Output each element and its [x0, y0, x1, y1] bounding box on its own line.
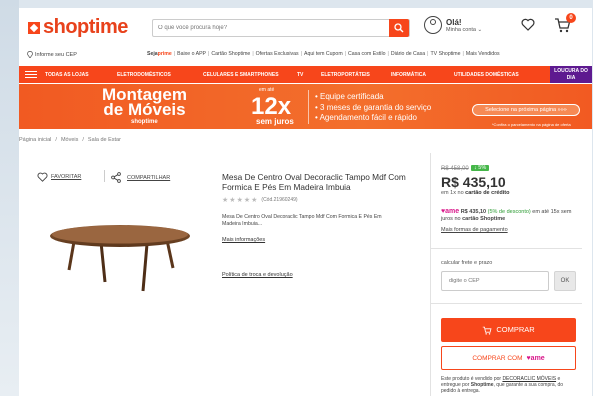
- cep-link[interactable]: Informe seu CEP: [27, 51, 77, 58]
- cep-ok-button[interactable]: OK: [554, 271, 576, 291]
- rating-stars[interactable]: ★ ★ ★ ★ ★ (Cód.21960249): [222, 196, 298, 204]
- more-info-link[interactable]: Mais informações: [222, 237, 265, 243]
- menu-icon[interactable]: [25, 69, 37, 80]
- chevron-down-icon: ⌄: [477, 26, 483, 33]
- nav-item-eletrodomesticos[interactable]: Eletrodomésticos: [117, 72, 203, 78]
- search-button[interactable]: [389, 19, 409, 37]
- account-label: Minha conta: [446, 26, 476, 33]
- nav-item-utilidades[interactable]: Utilidades Domésticas: [454, 72, 519, 78]
- banner-divider: [308, 90, 309, 124]
- heart-icon: [37, 172, 48, 182]
- buy-with-ame-button[interactable]: COMPRAR COM ♥ame: [441, 346, 576, 370]
- main-nav: Todas as lojas Eletrodomésticos Celulare…: [19, 66, 592, 83]
- banner-features: • Equipe certificada • 3 meses de garant…: [315, 92, 432, 122]
- favorites-button[interactable]: [521, 18, 535, 36]
- old-price: R$ 458,00: [441, 166, 469, 172]
- product-description: Mesa De Centro Oval Decoraclic Tampo Mdf…: [222, 214, 382, 227]
- header: shoptime Olá! Minha conta ⌄: [19, 8, 592, 48]
- link-ofertas[interactable]: Ofertas Exclusivas: [256, 51, 299, 57]
- favorite-button[interactable]: FAVORITAR: [37, 172, 81, 182]
- link-seja-prime[interactable]: Sejaprime: [147, 51, 172, 57]
- link-casa-estilo[interactable]: Casa com Estilo: [348, 51, 385, 57]
- ame-offer: ♥ame R$ 435,10 (5% de desconto) em até 1…: [441, 208, 572, 222]
- user-icon: [424, 16, 442, 34]
- location-pin-icon: [27, 51, 33, 58]
- share-icon: [111, 172, 121, 183]
- logo-text: shoptime: [43, 16, 128, 38]
- ame-logo-icon: ♥ame: [526, 354, 545, 362]
- subheader: Informe seu CEP Sejaprime | Baixe o APP …: [19, 48, 592, 64]
- search-input[interactable]: [153, 20, 389, 36]
- logo-icon: [28, 21, 40, 34]
- shipping-label: calcular frete e prazo: [441, 260, 493, 266]
- cep-input[interactable]: [441, 271, 549, 291]
- price-note: em 1x no cartão de crédito: [441, 190, 510, 196]
- ame-logo-icon: ♥ame: [441, 208, 460, 215]
- buy-with-label: COMPRAR COM: [472, 354, 523, 362]
- promo-banner[interactable]: Montagem de Móveis shoptime em até 12x s…: [19, 84, 592, 129]
- banner-cta-button[interactable]: Selecione na próxima página »»»: [472, 104, 580, 116]
- link-diario[interactable]: Diário de Casa: [391, 51, 425, 57]
- star-icon: ★: [251, 197, 258, 204]
- nav-item-celulares[interactable]: Celulares e Smartphones: [203, 72, 297, 78]
- link-app[interactable]: Baixe o APP: [177, 51, 206, 57]
- link-mais-vendidos[interactable]: Mais Vendidos: [466, 51, 500, 57]
- payment-options-link[interactable]: Mais formas de pagamento: [441, 227, 508, 233]
- divider: [104, 170, 105, 182]
- buy-label: COMPRAR: [496, 325, 535, 334]
- product-section: FAVORITAR COMPARTILHAR Mesa De Centro Ov…: [19, 153, 431, 396]
- banner-brand: shoptime: [131, 119, 158, 125]
- greeting: Olá!: [446, 17, 462, 27]
- breadcrumb-home[interactable]: Página inicial: [19, 137, 51, 143]
- banner-title: Montagem de Móveis: [102, 85, 187, 119]
- search-bar: [152, 19, 410, 37]
- nav-item-eletroportateis[interactable]: Eletroportáteis: [321, 72, 391, 78]
- buy-box: R$ 458,00 ↓ 5% R$ 435,10 em 1x no cartão…: [430, 153, 582, 396]
- cart-icon: [483, 326, 492, 335]
- star-icon: ★: [243, 197, 251, 204]
- nav-item-informatica[interactable]: Informática: [391, 72, 454, 78]
- star-icon: ★: [229, 197, 236, 204]
- buy-button[interactable]: COMPRAR: [441, 318, 576, 342]
- return-policy-link[interactable]: Política de troca e devolução: [222, 272, 293, 278]
- link-cupom[interactable]: Aqui tem Cupom: [304, 51, 343, 57]
- product-code: (Cód.21960249): [261, 197, 298, 203]
- cart-count-badge: 0: [566, 13, 576, 23]
- star-icon: ★: [236, 197, 243, 204]
- breadcrumb: Página inicial / Móveis / Sala de Estar: [19, 137, 121, 143]
- heart-icon: [521, 18, 535, 31]
- star-icon: ★: [222, 197, 229, 204]
- account-menu[interactable]: Olá! Minha conta ⌄: [424, 16, 482, 34]
- search-icon: [394, 23, 404, 33]
- banner-sem-juros: sem juros: [256, 117, 294, 126]
- favorite-label: FAVORITAR: [51, 174, 82, 180]
- discount-badge: ↓ 5%: [471, 165, 490, 171]
- price: R$ 435,10: [441, 174, 506, 190]
- product-title: Mesa De Centro Oval Decoraclic Tampo Mdf…: [222, 172, 406, 192]
- breadcrumb-sala-estar[interactable]: Sala de Estar: [88, 137, 121, 143]
- product-image[interactable]: [39, 218, 199, 298]
- top-links: Sejaprime | Baixe o APP | Cartão Shoptim…: [147, 51, 500, 57]
- background-left: [0, 0, 19, 396]
- banner-note: *Confira o parcelamento na página de ofe…: [492, 122, 571, 127]
- nav-item-loucura-do-dia[interactable]: LOUCURA DO DIA: [550, 66, 592, 83]
- cep-label: Informe seu CEP: [35, 51, 77, 58]
- divider: [431, 248, 582, 249]
- breadcrumb-moveis[interactable]: Móveis: [61, 137, 78, 143]
- divider: [431, 303, 582, 304]
- nav-item-todas-lojas[interactable]: Todas as lojas: [45, 72, 117, 78]
- page: shoptime Olá! Minha conta ⌄: [19, 8, 592, 396]
- link-cartao[interactable]: Cartão Shoptime: [211, 51, 250, 57]
- seller-info: Este produto é vendido por DECORACLIC MÓ…: [441, 376, 564, 394]
- link-tv-shoptime[interactable]: TV Shoptime: [431, 51, 461, 57]
- nav-item-tv[interactable]: TV: [297, 72, 321, 78]
- share-label: COMPARTILHAR: [127, 174, 171, 181]
- share-button[interactable]: COMPARTILHAR: [111, 172, 170, 183]
- logo[interactable]: shoptime: [28, 16, 128, 39]
